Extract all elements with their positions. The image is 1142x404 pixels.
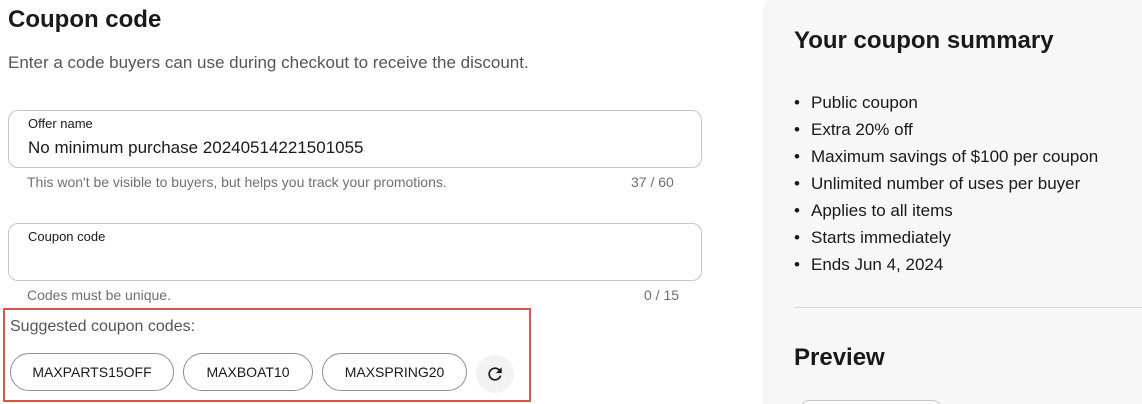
preview-card: [801, 400, 941, 404]
summary-item-text: Extra 20% off: [811, 120, 913, 139]
summary-list: • Public coupon • Extra 20% off • Maximum s…: [794, 89, 1098, 278]
coupon-code-field[interactable]: Coupon code: [8, 223, 702, 281]
bullet-icon: •: [794, 174, 800, 193]
suggested-codes-label: Suggested coupon codes:: [10, 318, 196, 335]
coupon-code-counter: 0 / 15: [644, 287, 680, 303]
refresh-icon: [488, 367, 502, 381]
summary-item: • Extra 20% off: [794, 116, 1098, 143]
summary-title: Your coupon summary: [794, 27, 1054, 54]
bullet-icon: •: [794, 255, 800, 274]
summary-item-text: Starts immediately: [811, 228, 951, 247]
offer-name-label: Offer name: [28, 116, 93, 131]
suggested-codes-box: Suggested coupon codes: MAXPARTS15OFF MA…: [3, 308, 531, 402]
summary-item-text: Public coupon: [811, 93, 918, 112]
summary-item: • Ends Jun 4, 2024: [794, 251, 1098, 278]
summary-item-text: Ends Jun 4, 2024: [811, 255, 944, 274]
bullet-icon: •: [794, 201, 800, 220]
coupon-code-helper: Codes must be unique.: [27, 287, 171, 303]
suggested-code-chip[interactable]: MAXBOAT10: [183, 353, 313, 391]
summary-item: • Maximum savings of $100 per coupon: [794, 143, 1098, 170]
preview-title: Preview: [794, 344, 885, 371]
bullet-icon: •: [794, 147, 800, 166]
coupon-section-title: Coupon code: [8, 6, 162, 33]
suggested-code-chip[interactable]: MAXPARTS15OFF: [10, 353, 174, 391]
summary-item: • Starts immediately: [794, 224, 1098, 251]
offer-name-field[interactable]: Offer name No minimum purchase 202405142…: [8, 110, 702, 168]
refresh-suggestions-button[interactable]: [476, 355, 514, 393]
summary-divider: [794, 307, 1142, 308]
summary-item-text: Maximum savings of $100 per coupon: [811, 147, 1099, 166]
summary-item-text: Applies to all items: [811, 201, 953, 220]
summary-item: • Applies to all items: [794, 197, 1098, 224]
coupon-section-description: Enter a code buyers can use during check…: [8, 53, 529, 72]
offer-name-helper: This won't be visible to buyers, but hel…: [27, 174, 447, 190]
bullet-icon: •: [794, 120, 800, 139]
coupon-code-label: Coupon code: [28, 229, 106, 244]
offer-name-value[interactable]: No minimum purchase 20240514221501055: [28, 138, 364, 158]
summary-item: • Public coupon: [794, 89, 1098, 116]
bullet-icon: •: [794, 228, 800, 247]
bullet-icon: •: [794, 93, 800, 112]
offer-name-counter: 37 / 60: [631, 174, 674, 190]
summary-item-text: Unlimited number of uses per buyer: [811, 174, 1081, 193]
coupon-summary-panel: Your coupon summary • Public coupon • Extr…: [763, 0, 1142, 404]
suggested-code-chip[interactable]: MAXSPRING20: [322, 353, 467, 391]
summary-item: • Unlimited number of uses per buyer: [794, 170, 1098, 197]
